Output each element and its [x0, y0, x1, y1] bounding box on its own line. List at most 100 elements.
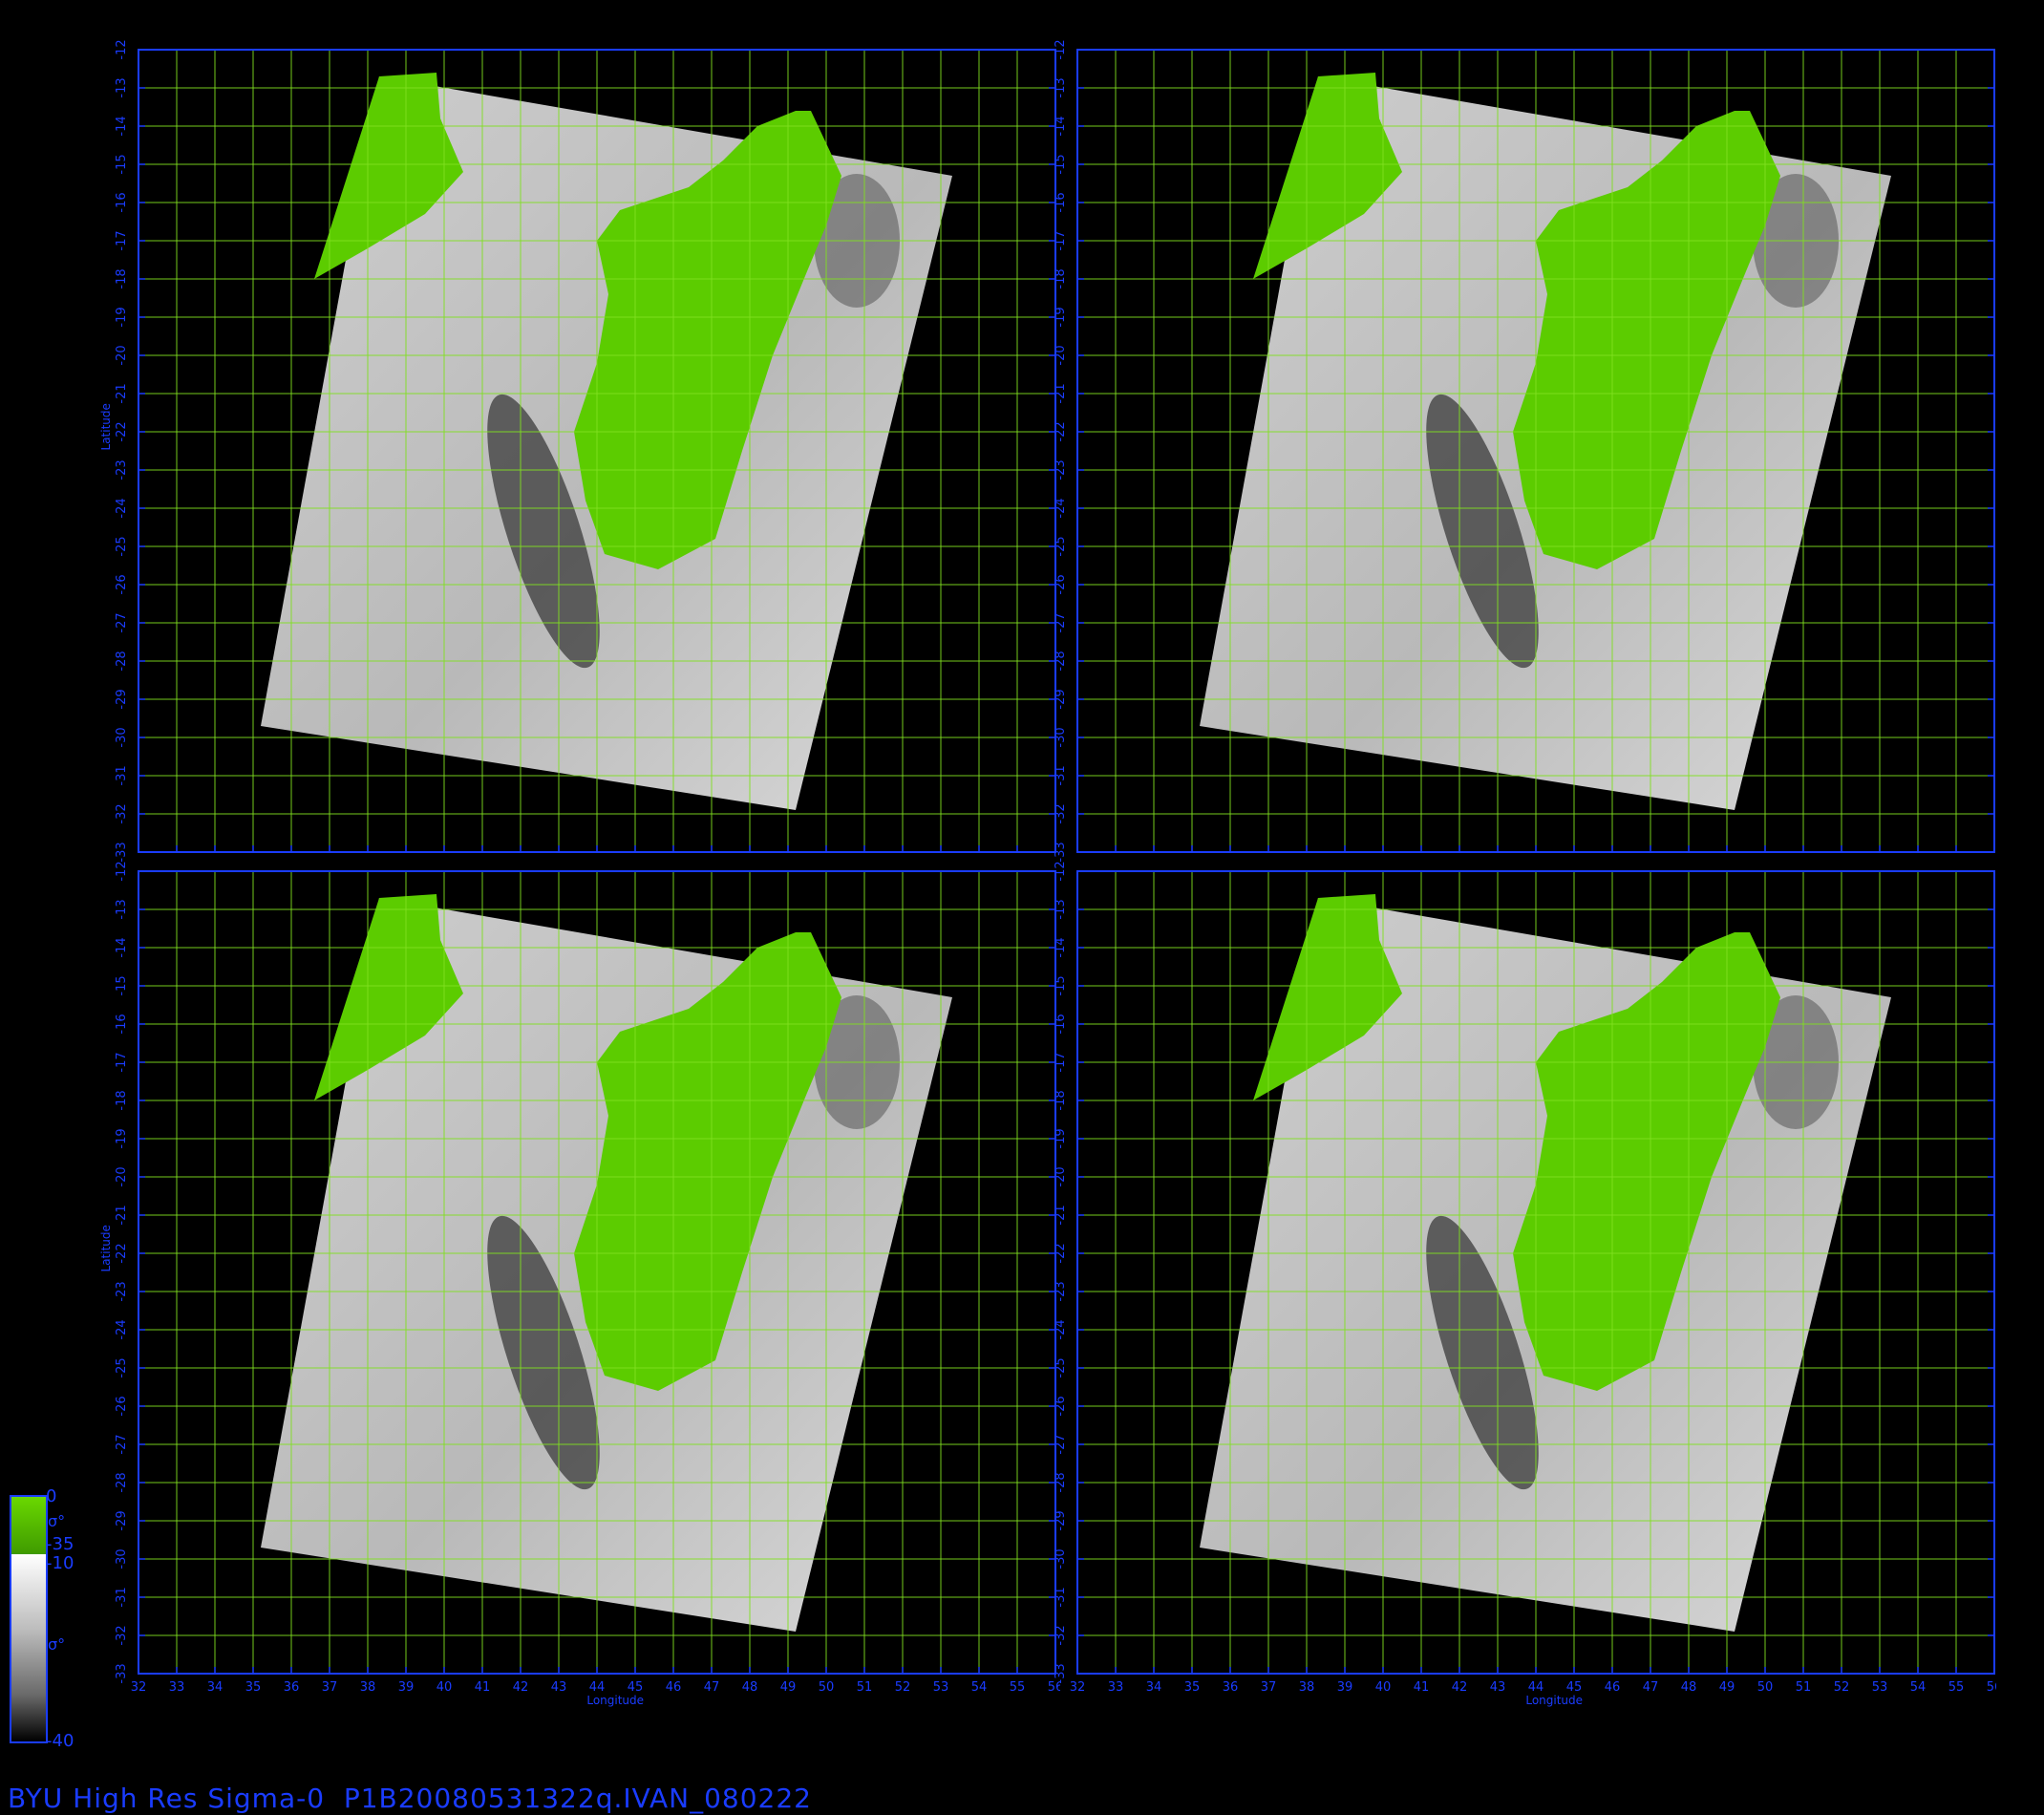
panel-top-left: -12 -13 -14 -15 -16 -17 -18 -19 -20 -21 -22 -23 -24 -… — [99, 39, 1056, 863]
lat-tick-label: -22 — [115, 421, 129, 441]
lon-tick-label: 37 — [322, 1680, 338, 1695]
lat-tick-label: -29 — [115, 1510, 129, 1530]
lat-tick-label: -29 — [115, 689, 129, 709]
lat-tick-label: -30 — [1054, 1548, 1068, 1569]
lat-tick-label: -30 — [1054, 727, 1068, 747]
lon-tick-label: 51 — [1796, 1680, 1812, 1695]
lat-tick-label: -12 — [1054, 39, 1068, 59]
lat-tick-label: -30 — [115, 727, 129, 747]
lon-tick-label: 36 — [284, 1680, 300, 1695]
ocean-unit-label: σ° — [48, 1635, 66, 1654]
lon-tick-label: 39 — [398, 1680, 415, 1695]
lon-tick-label: 44 — [589, 1680, 606, 1695]
lat-tick-label: -28 — [115, 651, 129, 671]
lon-tick-label: 49 — [1719, 1680, 1735, 1695]
panel-top-right: -12 -13 -14 -15 -16 -17 -18 -19 -20 -21 -22 -23 -24 -… — [1054, 39, 1995, 863]
lon-tick-label: 53 — [1872, 1680, 1888, 1695]
lon-tick-label: 48 — [742, 1680, 758, 1695]
figure: -12 -13 -14 -15 -16 -17 -18 -19 -20 -21 -22 -23 -24 -… — [0, 0, 2044, 1815]
lat-tick-label: -21 — [1054, 1205, 1068, 1225]
lat-tick-label: -28 — [1054, 1472, 1068, 1492]
lat-tick-label: -20 — [115, 1166, 129, 1186]
lon-tick-label: 33 — [1108, 1680, 1124, 1695]
x-axis-title: Longitude — [1525, 1694, 1583, 1707]
lat-tick-label: -30 — [115, 1548, 129, 1569]
ocean-colorbar — [10, 1554, 48, 1743]
lat-tick-label: -32 — [1054, 803, 1068, 823]
y-axis-title: Latitude — [99, 1225, 113, 1271]
lat-tick-label: -15 — [1054, 154, 1068, 174]
lat-tick-label: -31 — [115, 1587, 129, 1607]
lon-tick-label: 32 — [131, 1680, 147, 1695]
lat-tick-label: -21 — [1054, 383, 1068, 403]
lat-tick-label: -27 — [115, 612, 129, 632]
lat-tick-label: -24 — [115, 498, 129, 518]
lat-tick-label: -26 — [1054, 1396, 1068, 1416]
lat-tick-label: -18 — [1054, 1090, 1068, 1110]
lat-tick-label: -29 — [1054, 689, 1068, 709]
lon-tick-label: 36 — [1223, 1680, 1239, 1695]
lon-tick-label: 38 — [360, 1680, 376, 1695]
lat-tick-label: -12 — [115, 39, 129, 59]
lat-tick-label: -23 — [1054, 459, 1068, 480]
lat-tick-label: -22 — [1054, 421, 1068, 441]
lon-tick-label: 35 — [1184, 1680, 1201, 1695]
lat-tick-label: -16 — [115, 192, 129, 212]
land-colorbar — [10, 1495, 48, 1556]
lat-tick-label: -25 — [115, 1357, 129, 1377]
lat-tick-label: -26 — [1054, 574, 1068, 594]
lat-tick-label: -20 — [1054, 1166, 1068, 1186]
lon-tick-label: 50 — [1757, 1680, 1774, 1695]
lon-tick-label: 40 — [1375, 1680, 1392, 1695]
lat-tick-label: -15 — [1054, 975, 1068, 995]
lat-tick-label: -33 — [115, 1663, 129, 1683]
x-axis-title: Longitude — [586, 1694, 644, 1707]
lat-tick-label: -32 — [115, 1625, 129, 1645]
lat-tick-label: -23 — [115, 1281, 129, 1301]
lon-tick-label: 45 — [628, 1680, 644, 1695]
lat-tick-label: -25 — [115, 536, 129, 556]
lat-tick-label: -16 — [1054, 192, 1068, 212]
lon-tick-label: 37 — [1261, 1680, 1277, 1695]
lon-tick-label: 39 — [1337, 1680, 1353, 1695]
land-max-label: 0 — [46, 1486, 57, 1506]
lat-tick-label: -19 — [1054, 1128, 1068, 1148]
lon-tick-label: 53 — [933, 1680, 949, 1695]
lat-tick-label: -14 — [1054, 937, 1068, 957]
lon-tick-label: 32 — [1070, 1680, 1086, 1695]
lat-tick-label: -24 — [115, 1319, 129, 1339]
lat-tick-label: -20 — [1054, 345, 1068, 365]
panel-bottom-left: -12 -13 -14 -15 -16 -17 -18 -19 -20 -21 -22 -23 -24 -… — [99, 861, 1060, 1707]
lon-tick-label: 54 — [1910, 1680, 1927, 1695]
ocean-min-label: -40 — [46, 1731, 75, 1751]
lat-tick-label: -13 — [115, 77, 129, 97]
land-unit-label: σ° — [48, 1512, 66, 1530]
lat-tick-label: -15 — [115, 975, 129, 995]
lat-tick-label: -32 — [115, 803, 129, 823]
lat-tick-label: -21 — [115, 1205, 129, 1225]
lat-tick-label: -27 — [1054, 1434, 1068, 1454]
lon-tick-label: 46 — [1605, 1680, 1621, 1695]
lat-tick-label: -20 — [115, 345, 129, 365]
ocean-max-label: -10 — [46, 1553, 75, 1573]
lon-tick-label: 42 — [1452, 1680, 1468, 1695]
lat-tick-label: -15 — [115, 154, 129, 174]
lat-tick-label: -31 — [1054, 765, 1068, 785]
lat-tick-label: -22 — [1054, 1243, 1068, 1263]
lat-tick-label: -17 — [115, 230, 129, 250]
lon-tick-label: 54 — [971, 1680, 988, 1695]
lat-tick-label: -25 — [1054, 536, 1068, 556]
lat-tick-label: -13 — [1054, 77, 1068, 97]
lon-tick-label: 41 — [1414, 1680, 1430, 1695]
lat-tick-label: -19 — [115, 307, 129, 327]
lat-tick-label: -19 — [1054, 307, 1068, 327]
lat-tick-label: -26 — [115, 1396, 129, 1416]
lat-tick-label: -24 — [1054, 498, 1068, 518]
lon-tick-label: 44 — [1528, 1680, 1544, 1695]
lat-tick-label: -21 — [115, 383, 129, 403]
lat-tick-label: -27 — [1054, 612, 1068, 632]
lat-tick-label: -26 — [115, 574, 129, 594]
lat-tick-label: -16 — [115, 1014, 129, 1034]
lon-tick-label: 47 — [1643, 1680, 1659, 1695]
lon-tick-label: 46 — [666, 1680, 682, 1695]
